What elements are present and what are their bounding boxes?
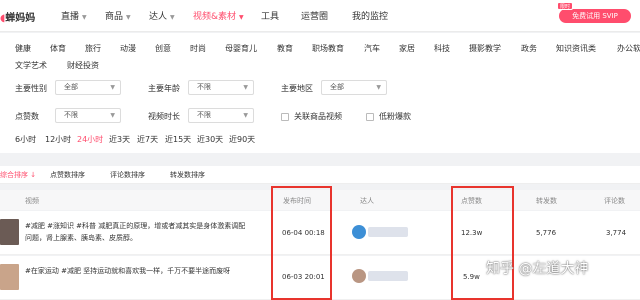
- logo-text: 蝉妈妈: [5, 13, 36, 24]
- low-fans-checkbox[interactable]: 低粉爆款: [366, 111, 411, 122]
- age-label: 主要年龄: [148, 84, 180, 93]
- nav-item-tools[interactable]: 工具: [261, 9, 279, 22]
- sort-comments[interactable]: 评论数排序: [110, 170, 145, 180]
- gender-label: 主要性别: [15, 84, 47, 93]
- top-navigation: ◖蝉妈妈 直播 ▼ 商品 ▼ 达人 ▼ 视频&素材 ▼ 工具 运营圈 我的监控 免费试用…: [0, 0, 640, 32]
- header-comments[interactable]: 评论数: [604, 196, 625, 206]
- category-parenting[interactable]: 母婴育儿: [225, 43, 257, 54]
- sort-bar: [0, 166, 640, 184]
- video-thumbnail[interactable]: [0, 264, 19, 290]
- chevron-down-icon: ▼: [243, 84, 248, 91]
- app-logo[interactable]: ◖蝉妈妈: [0, 9, 35, 24]
- shares-count: 5,776: [536, 229, 557, 237]
- nav-item-goods[interactable]: 商品 ▼: [105, 9, 131, 22]
- nav-item-video-material[interactable]: 视频&素材 ▼: [193, 9, 244, 22]
- category-fashion[interactable]: 时尚: [190, 43, 206, 54]
- category-travel[interactable]: 旅行: [85, 43, 101, 54]
- time-option-30d[interactable]: 近30天: [197, 134, 223, 145]
- talent-name-blurred[interactable]: [368, 271, 408, 281]
- category-photography[interactable]: 摄影教学: [469, 43, 501, 54]
- nav-item-talent[interactable]: 达人 ▼: [149, 9, 175, 22]
- likes-label: 点赞数: [15, 112, 39, 121]
- header-talent: 达人: [360, 197, 374, 205]
- duration-label: 视频时长: [148, 112, 180, 121]
- time-option-12h[interactable]: 12小时: [45, 134, 71, 145]
- limited-time-badge: 限时: [557, 2, 574, 10]
- publish-time-highlight-box: [271, 186, 332, 300]
- category-knowledge[interactable]: 知识资讯类: [556, 43, 596, 54]
- video-thumbnail[interactable]: [0, 219, 19, 245]
- talent-avatar[interactable]: [352, 269, 366, 283]
- time-option-90d[interactable]: 近90天: [229, 134, 255, 145]
- video-title[interactable]: #减肥 #涨知识 #科普 减肥真正的原理，增或者减其实是身体激素调配问题，肾上腺…: [25, 220, 250, 244]
- chevron-down-icon: ▼: [82, 14, 87, 21]
- category-finance[interactable]: 财经投资: [67, 60, 99, 71]
- comments-count: 3,774: [606, 229, 627, 237]
- category-tech[interactable]: 科技: [434, 43, 450, 54]
- chevron-down-icon: ▼: [239, 14, 244, 21]
- gender-select[interactable]: 全部 ▼: [55, 80, 121, 95]
- age-select[interactable]: 不限 ▼: [188, 80, 254, 95]
- header-shares[interactable]: 转发数: [536, 196, 557, 206]
- category-health[interactable]: 健康: [15, 43, 31, 54]
- chevron-down-icon: ▼: [126, 14, 131, 21]
- region-label: 主要地区: [281, 84, 313, 93]
- category-home[interactable]: 家居: [399, 43, 415, 54]
- time-option-15d[interactable]: 近15天: [165, 134, 191, 145]
- chevron-down-icon: ▼: [376, 84, 381, 91]
- category-anime[interactable]: 动漫: [120, 43, 136, 54]
- nav-item-live[interactable]: 直播 ▼: [61, 9, 87, 22]
- duration-select[interactable]: 不限 ▼: [188, 108, 254, 123]
- likes-select[interactable]: 不限 ▼: [55, 108, 121, 123]
- checkbox-box[interactable]: [281, 112, 289, 121]
- time-option-3d[interactable]: 近3天: [109, 134, 130, 145]
- talent-name-blurred[interactable]: [368, 227, 408, 237]
- zhihu-watermark: 知乎 @左道大神: [486, 261, 589, 277]
- time-option-6h[interactable]: 6小时: [15, 134, 36, 145]
- time-option-24h[interactable]: 24小时: [77, 134, 103, 145]
- category-education[interactable]: 教育: [277, 43, 293, 54]
- category-literature-art[interactable]: 文学艺术: [15, 60, 47, 71]
- chevron-down-icon: ▼: [110, 112, 115, 119]
- sort-likes[interactable]: 点赞数排序: [50, 170, 85, 180]
- likes-highlight-box: [451, 186, 514, 300]
- region-select[interactable]: 全部 ▼: [321, 80, 387, 95]
- time-option-7d[interactable]: 近7天: [137, 134, 158, 145]
- talent-avatar[interactable]: [352, 225, 366, 239]
- sort-composite[interactable]: 综合排序 ↓: [0, 170, 36, 180]
- category-government[interactable]: 政务: [521, 43, 537, 54]
- category-office-software[interactable]: 办公软件: [617, 43, 640, 54]
- category-creative[interactable]: 创意: [155, 43, 171, 54]
- checkbox-box[interactable]: [366, 112, 374, 121]
- chevron-down-icon: ▼: [170, 14, 175, 21]
- chevron-down-icon: ▼: [243, 112, 248, 119]
- svip-trial-button[interactable]: 免费试用 SVIP: [559, 9, 631, 23]
- category-sports[interactable]: 体育: [50, 43, 66, 54]
- related-goods-checkbox[interactable]: 关联商品视频: [281, 111, 342, 122]
- chevron-down-icon: ▼: [110, 84, 115, 91]
- nav-item-my-monitor[interactable]: 我的监控: [352, 9, 388, 22]
- header-video: 视频: [25, 197, 39, 205]
- nav-item-ops-circle[interactable]: 运营圈: [301, 9, 328, 22]
- category-career-education[interactable]: 职场教育: [312, 43, 344, 54]
- category-cars[interactable]: 汽车: [364, 43, 380, 54]
- video-title[interactable]: #在家运动 #减肥 坚持运动就和喜欢我一样，千万不要半途而废呀: [25, 265, 250, 277]
- sort-shares[interactable]: 转发数排序: [170, 170, 205, 180]
